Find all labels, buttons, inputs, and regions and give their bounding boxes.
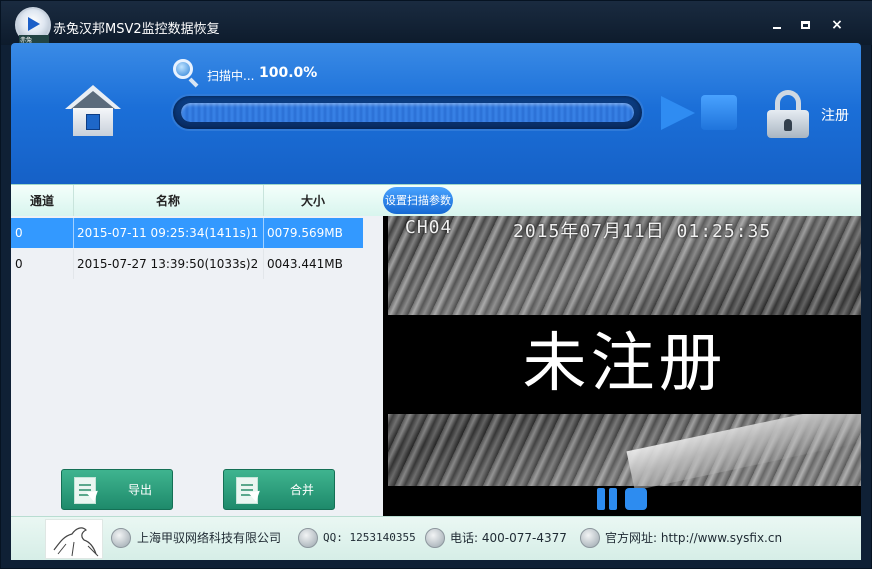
footer-bar: 上海甲驭网络科技有限公司 QQ: 1253140355 电话: 400-077-…: [11, 516, 861, 560]
merge-button[interactable]: 合并: [223, 469, 335, 510]
recovery-file-list: 0 2015-07-11 09:25:34(1411s)1 0079.569MB…: [11, 216, 383, 516]
lock-icon[interactable]: [767, 90, 809, 138]
search-icon: [171, 57, 201, 88]
maximize-icon: [801, 21, 810, 29]
phone-icon: [425, 528, 445, 548]
column-channel[interactable]: 通道: [11, 185, 73, 217]
pause-icon[interactable]: [597, 488, 619, 510]
company-icon: [111, 528, 131, 548]
register-link[interactable]: 注册: [821, 105, 849, 125]
stop-icon[interactable]: [701, 95, 737, 130]
video-stop-icon[interactable]: [625, 488, 647, 510]
website-link[interactable]: 官方网址: http://www.sysfix.cn: [605, 528, 782, 548]
scan-percent: 100.0%: [259, 65, 318, 81]
row-channel: 0: [15, 226, 23, 240]
column-name[interactable]: 名称: [74, 185, 262, 217]
progress-fill: [181, 103, 634, 122]
progress-track: [181, 103, 634, 122]
minimize-icon: [773, 27, 781, 29]
row-name: 2015-07-27 13:39:50(1033s)2: [73, 249, 263, 279]
toolbar-header: 扫描中... 100.0% 注册: [11, 43, 861, 187]
export-label: 导出: [128, 483, 153, 497]
qq-icon: [298, 528, 318, 548]
table-row[interactable]: 0 2015-07-11 09:25:34(1411s)1 0079.569MB: [11, 218, 363, 248]
row-size: 0079.569MB: [263, 218, 363, 248]
play-icon[interactable]: [661, 96, 695, 130]
app-window: 赤兔MSV2 赤兔汉邦MSV2监控数据恢复 × 扫描中... 100.0%: [0, 0, 872, 569]
unregistered-banner: 未注册: [388, 315, 861, 414]
close-button[interactable]: ×: [827, 15, 847, 35]
column-header: 通道 名称 大小 设置扫描参数: [11, 184, 861, 217]
osd-channel: CH04: [405, 217, 453, 238]
scan-status: 扫描中...: [207, 69, 255, 83]
maximize-button[interactable]: [796, 15, 816, 35]
row-channel: 0: [15, 257, 23, 271]
table-row[interactable]: 0 2015-07-27 13:39:50(1033s)2 0043.441MB: [11, 249, 363, 279]
title-bar: 赤兔MSV2 赤兔汉邦MSV2监控数据恢复 ×: [1, 1, 872, 51]
export-button[interactable]: 导出: [61, 469, 173, 510]
qq-number: QQ: 1253140355: [323, 531, 416, 544]
horse-logo: [45, 519, 103, 559]
phone-number: 电话: 400-077-4377: [450, 531, 567, 545]
scan-settings-button[interactable]: 设置扫描参数: [383, 187, 453, 214]
osd-timestamp: 2015年07月11日 01:25:35: [513, 221, 772, 242]
row-size: 0043.441MB: [263, 249, 363, 279]
video-preview: CH04 2015年07月11日 01:25:35 未注册: [383, 216, 861, 516]
app-logo-icon: 赤兔MSV2: [15, 7, 51, 51]
window-title: 赤兔汉邦MSV2监控数据恢复: [53, 22, 220, 37]
scan-progress-bar: [171, 94, 644, 131]
merge-label: 合并: [290, 483, 315, 497]
company-name: 上海甲驭网络科技有限公司: [137, 531, 282, 545]
column-size[interactable]: 大小: [264, 185, 362, 217]
row-name: 2015-07-11 09:25:34(1411s)1: [73, 218, 263, 248]
minimize-button[interactable]: [767, 15, 787, 35]
globe-icon: [580, 528, 600, 548]
home-button[interactable]: [65, 83, 121, 139]
unregistered-watermark: 未注册: [522, 327, 727, 401]
